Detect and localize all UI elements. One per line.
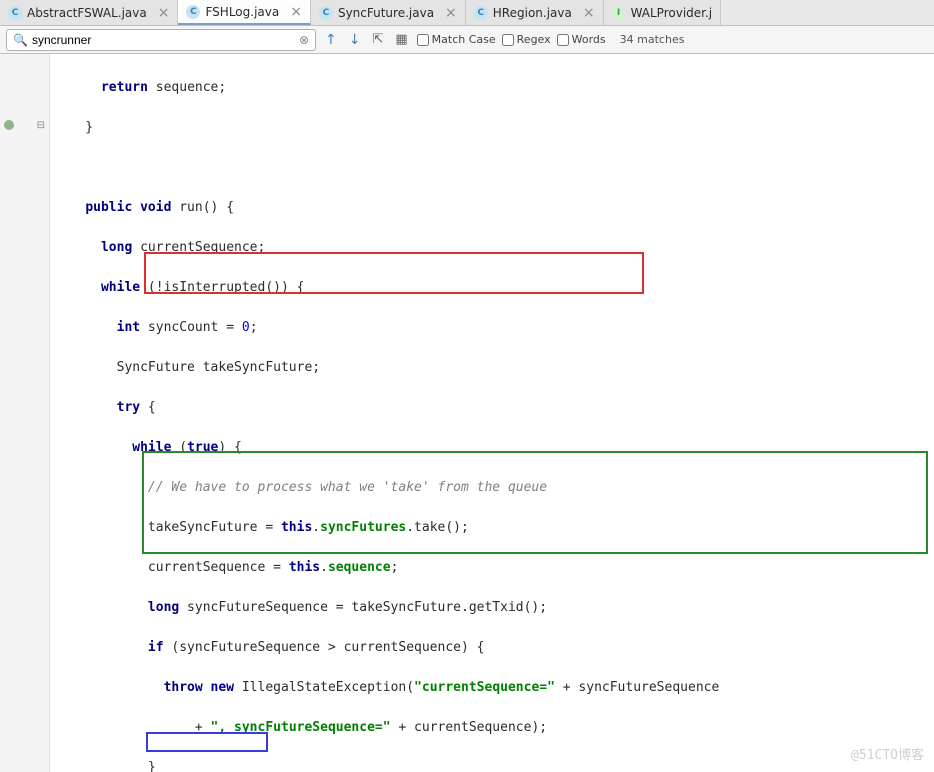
clear-icon[interactable]: ⊗ <box>299 33 309 47</box>
words-label: Words <box>572 33 606 46</box>
close-icon[interactable]: × <box>583 5 595 21</box>
prev-match-button[interactable]: ↑ <box>322 32 340 48</box>
search-icon: 🔍 <box>13 33 28 47</box>
export-icon[interactable]: ⇱ <box>369 32 386 47</box>
tab-label: WALProvider.j <box>631 6 713 20</box>
close-icon[interactable]: × <box>445 5 457 21</box>
watermark: @51CTO博客 <box>851 746 924 766</box>
gutter-marker[interactable] <box>4 120 14 130</box>
regex-label: Regex <box>517 33 551 46</box>
class-icon: C <box>186 5 200 19</box>
match-count: 34 matches <box>620 33 685 46</box>
fold-icon[interactable]: ⊟ <box>37 120 45 131</box>
tab-label: FSHLog.java <box>205 5 279 19</box>
close-icon[interactable]: × <box>158 5 170 21</box>
interface-icon: I <box>612 6 626 20</box>
match-case-label: Match Case <box>432 33 496 46</box>
match-case-checkbox[interactable]: Match Case <box>417 33 496 46</box>
code-area[interactable]: return sequence; } public void run() { l… <box>50 54 934 772</box>
tab-walprovider[interactable]: I WALProvider.j <box>604 0 722 25</box>
words-input[interactable] <box>557 34 569 46</box>
find-toolbar: 🔍 ⊗ ↑ ↓ ⇱ ▦ Match Case Regex Words 34 ma… <box>0 26 934 54</box>
search-input[interactable] <box>32 33 295 47</box>
words-checkbox[interactable]: Words <box>557 33 606 46</box>
highlight-green <box>142 451 928 554</box>
tab-syncfuture[interactable]: C SyncFuture.java × <box>311 0 466 25</box>
tab-label: AbstractFSWAL.java <box>27 6 147 20</box>
tab-label: HRegion.java <box>493 6 572 20</box>
class-icon: C <box>474 6 488 20</box>
tab-fshlog[interactable]: C FSHLog.java × <box>178 0 310 25</box>
editor-area: ⊟ return sequence; } public void run() {… <box>0 54 934 772</box>
close-icon[interactable]: × <box>290 4 302 20</box>
highlight-red <box>144 252 644 294</box>
next-match-button[interactable]: ↓ <box>346 32 364 48</box>
match-case-input[interactable] <box>417 34 429 46</box>
tab-abstractfswal[interactable]: C AbstractFSWAL.java × <box>0 0 178 25</box>
class-icon: C <box>8 6 22 20</box>
class-icon: C <box>319 6 333 20</box>
regex-input[interactable] <box>502 34 514 46</box>
tab-hregion[interactable]: C HRegion.java × <box>466 0 604 25</box>
filter-icon[interactable]: ▦ <box>392 32 410 47</box>
tab-label: SyncFuture.java <box>338 6 434 20</box>
regex-checkbox[interactable]: Regex <box>502 33 551 46</box>
search-field-wrap: 🔍 ⊗ <box>6 29 316 51</box>
editor-gutter[interactable]: ⊟ <box>0 54 50 772</box>
highlight-blue <box>146 732 268 752</box>
editor-tab-bar: C AbstractFSWAL.java × C FSHLog.java × C… <box>0 0 934 26</box>
